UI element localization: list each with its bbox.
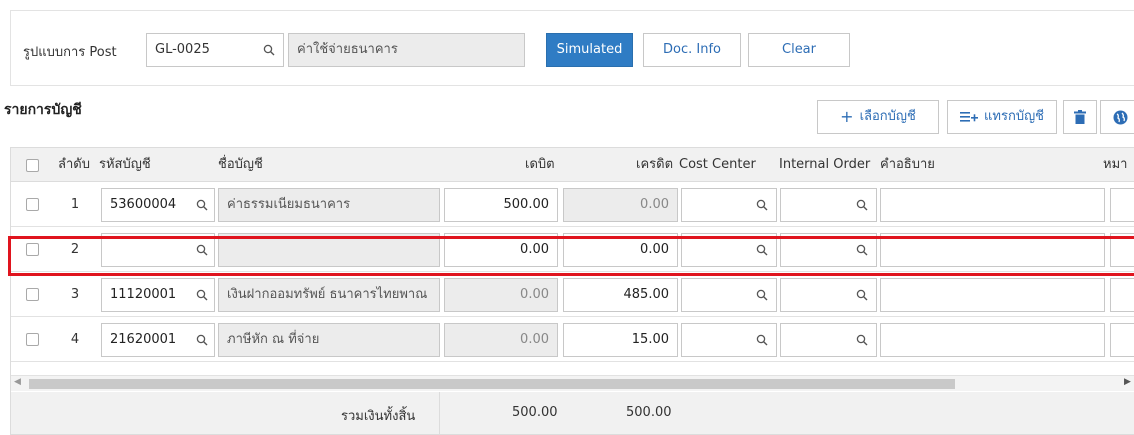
post-template-label: รูปแบบการ Post <box>23 45 117 60</box>
header-credit: เครดิต <box>636 157 674 172</box>
trash-icon <box>1074 110 1086 124</box>
search-icon[interactable] <box>856 199 868 211</box>
cost-center-input[interactable] <box>681 323 777 357</box>
credit-input[interactable]: 15.00 <box>563 323 678 357</box>
plus-icon: + <box>840 107 854 126</box>
internal-order-input[interactable] <box>780 323 877 357</box>
select-account-label: เลือกบัญชี <box>859 109 916 124</box>
account-code-value: 21620001 <box>110 332 177 347</box>
header-account-code: รหัสบัญชี <box>99 157 151 172</box>
account-name-field: เงินฝากออมทรัพย์ ธนาคารไทยพาณ <box>218 278 440 312</box>
debit-input[interactable]: 500.00 <box>444 188 558 222</box>
row-checkbox[interactable] <box>26 288 39 301</box>
remark-input[interactable] <box>1110 323 1134 357</box>
cost-center-input[interactable] <box>681 278 777 312</box>
row-checkbox[interactable] <box>26 333 39 346</box>
cost-center-input[interactable] <box>681 188 777 222</box>
scroll-left-icon[interactable]: ◀ <box>14 377 21 387</box>
highlight-box <box>8 236 1134 276</box>
row-seq: 4 <box>70 332 80 347</box>
search-icon[interactable] <box>196 289 208 301</box>
post-template-code-value: GL-0025 <box>155 42 210 57</box>
header-remark: หมา <box>1103 157 1128 172</box>
table-row: 4 21620001 ภาษีหัก ณ ที่จ่าย 0.00 15.00 <box>11 318 1134 362</box>
row-checkbox[interactable] <box>26 198 39 211</box>
search-icon[interactable] <box>756 199 768 211</box>
row-seq: 3 <box>70 287 80 302</box>
description-input[interactable] <box>880 188 1105 222</box>
select-account-button[interactable]: + เลือกบัญชี <box>817 100 939 134</box>
header-internal-order: Internal Order <box>779 157 871 172</box>
table-row: 3 11120001 เงินฝากออมทรัพย์ ธนาคารไทยพาณ… <box>11 273 1134 317</box>
remark-input[interactable] <box>1110 278 1134 312</box>
account-code-value: 11120001 <box>110 287 177 302</box>
total-debit: 500.00 <box>512 405 558 420</box>
doc-info-button[interactable]: Doc. Info <box>643 33 741 67</box>
account-code-input[interactable]: 11120001 <box>101 278 215 312</box>
account-table: ลำดับ รหัสบัญชี ชื่อบัญชี เดบิต เครดิต C… <box>10 147 1134 435</box>
total-label: รวมเงินทั้งสิ้น <box>341 409 416 424</box>
internal-order-input[interactable] <box>780 188 877 222</box>
horizontal-scrollbar[interactable]: ◀ ▶ <box>11 375 1134 391</box>
search-icon[interactable] <box>756 334 768 346</box>
remark-input[interactable] <box>1110 188 1134 222</box>
row-seq: 1 <box>70 197 80 212</box>
post-template-panel: รูปแบบการ Post GL-0025 ค่าใช้จ่ายธนาคาร … <box>10 10 1134 86</box>
search-icon[interactable] <box>196 334 208 346</box>
total-divider <box>439 392 440 434</box>
account-code-input[interactable]: 53600004 <box>101 188 215 222</box>
header-description: คำอธิบาย <box>880 157 935 172</box>
scrollbar-thumb[interactable] <box>29 379 955 389</box>
account-list-title: รายการบัญชี <box>4 102 82 118</box>
search-icon[interactable] <box>263 44 275 56</box>
credit-input[interactable]: 0.00 <box>563 188 678 222</box>
header-cost-center: Cost Center <box>679 157 756 172</box>
internal-order-input[interactable] <box>780 278 877 312</box>
scroll-right-icon[interactable]: ▶ <box>1124 377 1131 387</box>
table-row: 1 53600004 ค่าธรรมเนียมธนาคาร 500.00 0.0… <box>11 183 1134 227</box>
search-icon[interactable] <box>856 289 868 301</box>
search-icon[interactable] <box>196 199 208 211</box>
account-code-input[interactable]: 21620001 <box>101 323 215 357</box>
account-name-field: ค่าธรรมเนียมธนาคาร <box>218 188 440 222</box>
insert-account-button[interactable]: แทรกบัญชี <box>947 100 1057 134</box>
search-icon[interactable] <box>856 334 868 346</box>
post-template-code-input[interactable]: GL-0025 <box>146 33 284 67</box>
description-input[interactable] <box>880 323 1105 357</box>
journal-form: รูปแบบการ Post GL-0025 ค่าใช้จ่ายธนาคาร … <box>0 0 1134 435</box>
insert-account-label: แทรกบัญชี <box>984 109 1044 124</box>
insert-rows-icon <box>960 112 979 122</box>
post-template-name-field: ค่าใช้จ่ายธนาคาร <box>288 33 525 67</box>
clear-button[interactable]: Clear <box>748 33 850 67</box>
globe-icon <box>1113 110 1127 124</box>
total-credit: 500.00 <box>626 405 672 420</box>
description-input[interactable] <box>880 278 1105 312</box>
account-code-value: 53600004 <box>110 197 177 212</box>
table-header: ลำดับ รหัสบัญชี ชื่อบัญชี เดบิต เครดิต C… <box>11 148 1134 182</box>
debit-input[interactable]: 0.00 <box>444 278 558 312</box>
header-debit: เดบิต <box>525 157 555 172</box>
select-all-checkbox[interactable] <box>26 159 39 172</box>
total-row: รวมเงินทั้งสิ้น 500.00 500.00 <box>11 392 1134 434</box>
header-seq: ลำดับ <box>58 157 90 172</box>
search-icon[interactable] <box>756 289 768 301</box>
credit-input[interactable]: 485.00 <box>563 278 678 312</box>
header-account-name: ชื่อบัญชี <box>218 157 263 172</box>
language-button[interactable] <box>1100 100 1134 134</box>
delete-button[interactable] <box>1063 100 1097 134</box>
account-name-field: ภาษีหัก ณ ที่จ่าย <box>218 323 440 357</box>
debit-input[interactable]: 0.00 <box>444 323 558 357</box>
simulated-button[interactable]: Simulated <box>546 33 633 67</box>
